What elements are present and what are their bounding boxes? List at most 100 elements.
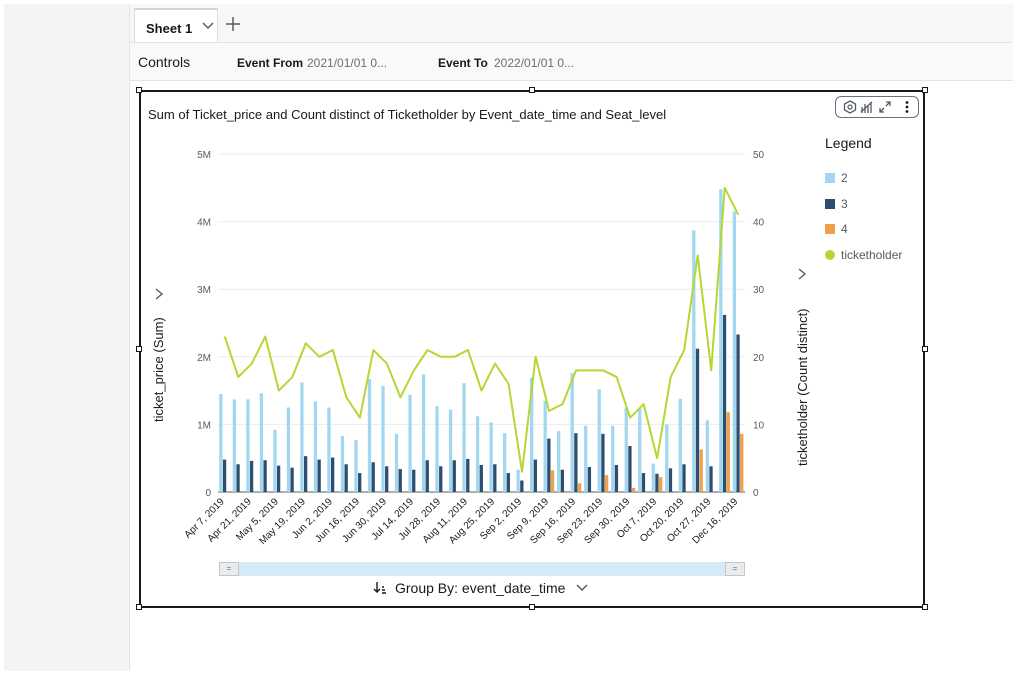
bar-series-3 bbox=[290, 467, 294, 492]
bar-series-3 bbox=[695, 348, 700, 492]
y-tick-label-left: 3M bbox=[197, 285, 211, 296]
bar-series-2 bbox=[570, 373, 574, 492]
bar-series-3 bbox=[317, 459, 321, 492]
bar-series-3 bbox=[385, 466, 389, 492]
bar-series-4 bbox=[740, 433, 744, 492]
bar-series-2 bbox=[502, 433, 507, 492]
bar-series-2 bbox=[354, 439, 358, 492]
bar-series-3 bbox=[479, 464, 483, 492]
bar-series-3 bbox=[466, 458, 470, 492]
bar-series-3 bbox=[452, 460, 456, 492]
bar-series-2 bbox=[584, 425, 588, 492]
bar-series-2 bbox=[665, 424, 669, 492]
bar-series-3 bbox=[587, 466, 592, 492]
bar-series-2 bbox=[219, 393, 223, 492]
bar-series-4 bbox=[631, 487, 636, 492]
bar-series-3 bbox=[222, 459, 227, 492]
y-tick-label-left: 2M bbox=[197, 353, 211, 364]
bar-series-4 bbox=[550, 470, 555, 492]
bar-series-2 bbox=[246, 399, 250, 492]
bar-series-4 bbox=[604, 475, 609, 492]
y-tick-label-left: 1M bbox=[197, 420, 211, 431]
bar-series-2 bbox=[475, 416, 480, 492]
chart-scrollbar[interactable] bbox=[219, 562, 745, 576]
bar-series-2 bbox=[543, 400, 547, 492]
bar-series-3 bbox=[641, 473, 646, 492]
bar-series-2 bbox=[286, 407, 291, 492]
bar-series-2 bbox=[259, 393, 264, 492]
bar-series-4 bbox=[577, 483, 582, 492]
bar-series-4 bbox=[726, 412, 730, 492]
bar-series-2 bbox=[705, 420, 709, 492]
bar-series-2 bbox=[340, 435, 345, 492]
bar-series-3 bbox=[412, 469, 416, 492]
y-tick-label-right: 0 bbox=[753, 488, 759, 499]
bar-series-3 bbox=[439, 466, 443, 492]
chevron-down-icon[interactable] bbox=[575, 581, 589, 595]
bar-series-2 bbox=[313, 401, 318, 492]
bar-series-3 bbox=[263, 460, 267, 492]
bar-series-3 bbox=[520, 480, 524, 492]
bar-series-3 bbox=[533, 459, 537, 492]
bar-series-2 bbox=[421, 374, 426, 492]
bar-series-3 bbox=[398, 469, 402, 492]
bar-series-2 bbox=[327, 407, 331, 492]
bar-series-3 bbox=[668, 468, 673, 492]
bar-series-3 bbox=[371, 462, 375, 492]
bar-series-2 bbox=[462, 383, 466, 492]
bar-series-4 bbox=[699, 449, 703, 492]
y-tick-label-right: 10 bbox=[753, 420, 765, 431]
y-tick-label-left: 0 bbox=[205, 488, 211, 499]
bar-series-2 bbox=[678, 398, 682, 492]
bar-series-2 bbox=[273, 429, 277, 492]
bar-series-2 bbox=[300, 382, 304, 492]
bar-series-3 bbox=[331, 457, 335, 492]
bar-series-3 bbox=[736, 334, 740, 492]
bar-series-3 bbox=[601, 433, 605, 492]
bar-series-2 bbox=[232, 399, 237, 492]
bar-series-3 bbox=[425, 460, 429, 492]
bar-series-3 bbox=[249, 460, 254, 492]
bar-series-2 bbox=[597, 389, 601, 492]
bar-series-3 bbox=[614, 464, 619, 492]
bar-series-2 bbox=[489, 422, 493, 492]
bar-series-4 bbox=[659, 477, 663, 492]
bar-series-2 bbox=[381, 385, 385, 492]
y-tick-label-left: 4M bbox=[197, 218, 211, 229]
bar-series-3 bbox=[722, 314, 727, 492]
bar-series-3 bbox=[628, 446, 632, 492]
bar-series-2 bbox=[408, 394, 412, 492]
bar-series-2 bbox=[611, 425, 615, 492]
bar-series-2 bbox=[651, 463, 655, 492]
group-by-label: Group By: event_date_time bbox=[395, 580, 566, 596]
bar-series-2 bbox=[367, 379, 372, 492]
bar-series-3 bbox=[493, 464, 497, 492]
bar-series-2 bbox=[624, 407, 628, 492]
y-tick-label-right: 40 bbox=[753, 218, 765, 229]
bar-series-2 bbox=[732, 211, 736, 492]
scrollbar-right-handle[interactable]: = bbox=[725, 562, 745, 576]
bar-series-3 bbox=[547, 438, 551, 492]
bar-series-3 bbox=[344, 464, 348, 492]
bar-series-3 bbox=[276, 465, 281, 492]
bar-series-3 bbox=[358, 473, 362, 492]
group-by-control[interactable]: Group By: event_date_time bbox=[373, 580, 589, 596]
y-tick-label-left: 5M bbox=[197, 150, 211, 161]
bar-series-2 bbox=[394, 433, 399, 492]
bar-series-2 bbox=[638, 408, 642, 492]
bar-series-2 bbox=[557, 431, 561, 492]
bar-series-2 bbox=[448, 409, 453, 492]
bar-series-3 bbox=[236, 464, 240, 492]
bar-series-3 bbox=[655, 473, 659, 492]
bar-series-2 bbox=[435, 406, 439, 492]
group-by-icon bbox=[373, 582, 386, 594]
bar-series-3 bbox=[682, 464, 686, 492]
y-tick-label-right: 30 bbox=[753, 285, 765, 296]
y-tick-label-right: 50 bbox=[753, 150, 765, 161]
bar-series-3 bbox=[506, 473, 510, 492]
bar-series-2 bbox=[516, 469, 520, 492]
bar-series-3 bbox=[574, 433, 578, 492]
scrollbar-left-handle[interactable]: = bbox=[219, 562, 239, 576]
bar-series-3 bbox=[560, 469, 565, 492]
y-tick-label-right: 20 bbox=[753, 353, 765, 364]
